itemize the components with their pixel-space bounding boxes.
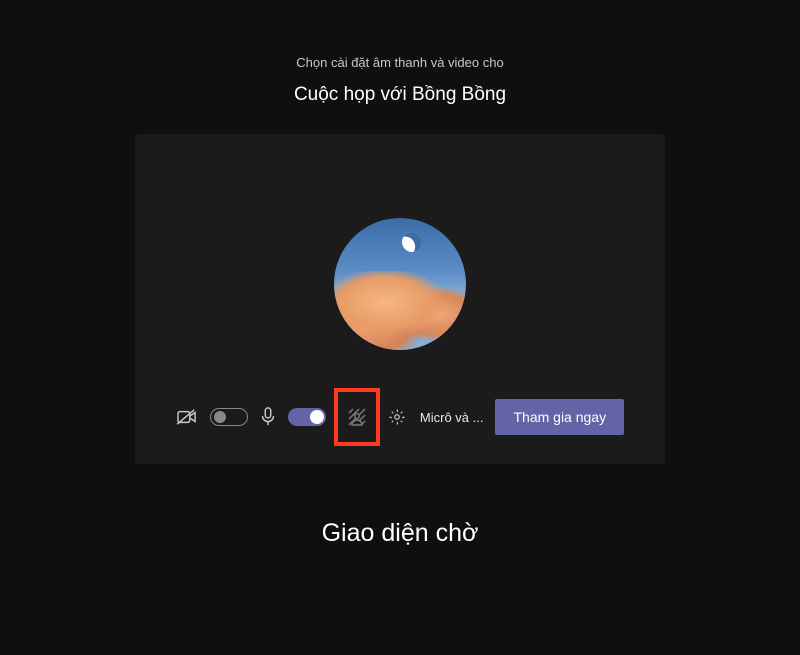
microphone-toggle[interactable] (288, 408, 326, 426)
screenshot-caption: Giao diện chờ (322, 519, 479, 548)
prejoin-control-bar: Micrô và ... Tham gia ngay (135, 388, 665, 446)
device-selector-label[interactable]: Micrô và ... (418, 410, 484, 425)
microphone-icon (260, 407, 276, 427)
camera-off-icon (176, 408, 198, 426)
settings-icon[interactable] (388, 408, 406, 426)
background-effects-highlight (334, 388, 380, 446)
camera-toggle[interactable] (210, 408, 248, 426)
prejoin-subtitle: Chọn cài đặt âm thanh và video cho (296, 55, 503, 70)
avatar (334, 218, 466, 350)
join-now-button[interactable]: Tham gia ngay (495, 399, 624, 435)
meeting-title: Cuộc họp với Bồng Bồng (294, 84, 506, 106)
video-preview-panel: Micrô và ... Tham gia ngay (135, 134, 665, 464)
background-effects-icon[interactable] (347, 407, 367, 427)
